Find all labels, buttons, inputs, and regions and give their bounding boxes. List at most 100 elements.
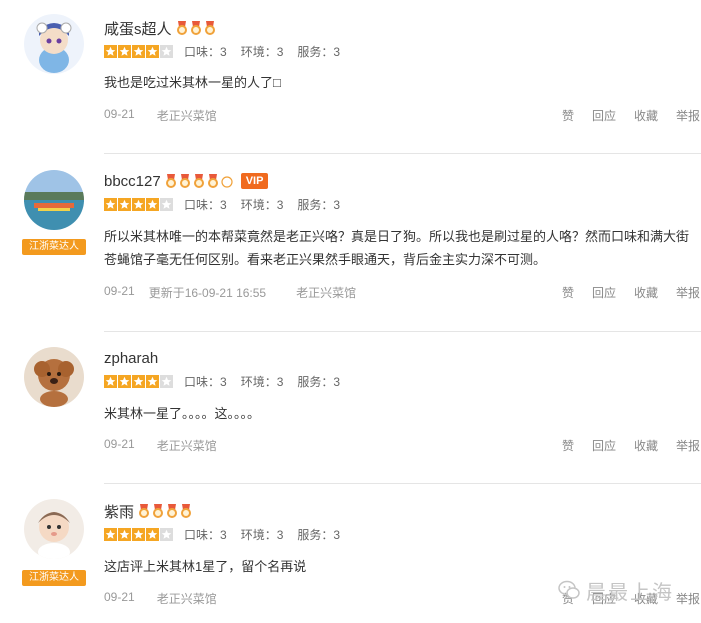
- medal-icon: [139, 504, 150, 518]
- rating-row: 口味：3 环境：3 服务：3: [104, 526, 354, 542]
- avatar[interactable]: [24, 14, 84, 74]
- medal-empty-icon: [221, 176, 233, 188]
- medal-icon: [167, 504, 178, 518]
- review-text: 所以米其林唯一的本帮菜竟然是老正兴咯？真是日了狗。所以我也是刷过星的人咯？然而口…: [104, 229, 690, 267]
- avatar[interactable]: [24, 347, 84, 407]
- service-score: 服务：3: [297, 374, 341, 389]
- avatar[interactable]: [24, 499, 84, 559]
- updated-time: 更新于16-09-21 16:55: [148, 286, 267, 300]
- review-text: 我也是吃过米其林一星的人了□: [104, 75, 281, 90]
- user-line: 咸蛋s超人: [104, 18, 218, 38]
- like-button[interactable]: 赞: [562, 437, 574, 454]
- review-date: 09-21: [104, 590, 135, 604]
- taste-score: 口味：3: [184, 197, 227, 212]
- medal-icon: [207, 174, 218, 188]
- username[interactable]: 咸蛋s超人: [104, 18, 172, 39]
- vip-badge: VIP: [240, 173, 269, 189]
- star-filled-icon: [104, 44, 117, 58]
- star-empty-icon: [160, 527, 173, 541]
- username[interactable]: bbcc127: [104, 173, 161, 190]
- star-empty-icon: [160, 197, 173, 211]
- service-score: 服务：3: [297, 44, 341, 59]
- star-empty-icon: [160, 374, 173, 388]
- contribution-medals: [176, 20, 218, 36]
- expert-badge: 江浙菜达人: [22, 239, 86, 255]
- star-filled-icon: [132, 527, 145, 541]
- medal-icon: [176, 21, 187, 35]
- avatar[interactable]: [24, 170, 84, 230]
- reply-button[interactable]: 回应: [592, 437, 616, 454]
- star-filled-icon: [118, 44, 131, 58]
- taste-score: 口味：3: [184, 374, 227, 389]
- wechat-icon: [558, 580, 580, 599]
- like-button[interactable]: 赞: [562, 107, 574, 124]
- review-meta: 09-21 老正兴菜馆 赞 回应 收藏 举报: [104, 437, 701, 453]
- medal-icon: [204, 21, 215, 35]
- like-button[interactable]: 赞: [562, 284, 574, 301]
- shop-name[interactable]: 老正兴菜馆: [157, 107, 217, 124]
- taste-score: 口味：3: [184, 44, 227, 59]
- star-filled-icon: [118, 197, 131, 211]
- user-line: 紫雨: [104, 501, 194, 521]
- favorite-button[interactable]: 收藏: [634, 437, 658, 454]
- review-date: 09-21: [104, 107, 135, 121]
- star-filled-icon: [132, 197, 145, 211]
- medal-icon: [190, 21, 201, 35]
- star-filled-icon: [104, 374, 117, 388]
- shop-name[interactable]: 老正兴菜馆: [296, 284, 356, 301]
- taste-score: 口味：3: [184, 527, 227, 542]
- review-text: 米其林一星了。。。。这。。。。: [104, 406, 261, 421]
- report-button[interactable]: 举报: [676, 590, 700, 607]
- star-filled-icon: [118, 374, 131, 388]
- star-rating: [104, 44, 174, 58]
- favorite-button[interactable]: 收藏: [634, 107, 658, 124]
- star-filled-icon: [146, 44, 159, 58]
- report-button[interactable]: 举报: [676, 437, 700, 454]
- star-filled-icon: [132, 44, 145, 58]
- star-filled-icon: [146, 374, 159, 388]
- review-date: 09-21: [104, 437, 135, 451]
- shop-name[interactable]: 老正兴菜馆: [157, 437, 217, 454]
- star-rating: [104, 374, 174, 388]
- review-meta: 09-21 更新于16-09-21 16:55 老正兴菜馆 赞 回应 收藏 举报: [104, 284, 701, 300]
- user-line: zpharah: [104, 348, 158, 368]
- expert-badge: 江浙菜达人: [22, 570, 86, 586]
- shop-name[interactable]: 老正兴菜馆: [157, 590, 217, 607]
- reply-button[interactable]: 回应: [592, 284, 616, 301]
- star-filled-icon: [118, 527, 131, 541]
- star-rating: [104, 197, 174, 211]
- report-button[interactable]: 举报: [676, 284, 700, 301]
- rating-row: 口味：3 环境：3 服务：3: [104, 196, 354, 212]
- reply-button[interactable]: 回应: [592, 107, 616, 124]
- environment-score: 环境：3: [240, 44, 284, 59]
- star-filled-icon: [104, 527, 117, 541]
- username[interactable]: 紫雨: [104, 501, 134, 522]
- watermark: 晨最上海: [558, 578, 674, 604]
- star-filled-icon: [132, 374, 145, 388]
- contribution-medals: [138, 503, 194, 519]
- report-button[interactable]: 举报: [676, 107, 700, 124]
- star-rating: [104, 527, 174, 541]
- environment-score: 环境：3: [240, 527, 284, 542]
- favorite-button[interactable]: 收藏: [634, 284, 658, 301]
- service-score: 服务：3: [297, 197, 341, 212]
- review-meta: 09-21 老正兴菜馆 赞 回应 收藏 举报: [104, 107, 701, 123]
- review-date: 09-21: [104, 284, 135, 298]
- rating-row: 口味：3 环境：3 服务：3: [104, 373, 354, 389]
- star-empty-icon: [160, 44, 173, 58]
- medal-icon: [165, 174, 176, 188]
- medal-icon: [181, 504, 192, 518]
- username[interactable]: zpharah: [104, 350, 158, 367]
- star-filled-icon: [104, 197, 117, 211]
- service-score: 服务：3: [297, 527, 341, 542]
- star-filled-icon: [146, 527, 159, 541]
- medal-icon: [193, 174, 204, 188]
- environment-score: 环境：3: [240, 197, 284, 212]
- medal-icon: [179, 174, 190, 188]
- divider: [104, 331, 701, 332]
- divider: [104, 483, 701, 484]
- star-filled-icon: [146, 197, 159, 211]
- watermark-text: 晨最上海: [586, 581, 674, 604]
- medal-icon: [153, 504, 164, 518]
- rating-row: 口味：3 环境：3 服务：3: [104, 43, 354, 59]
